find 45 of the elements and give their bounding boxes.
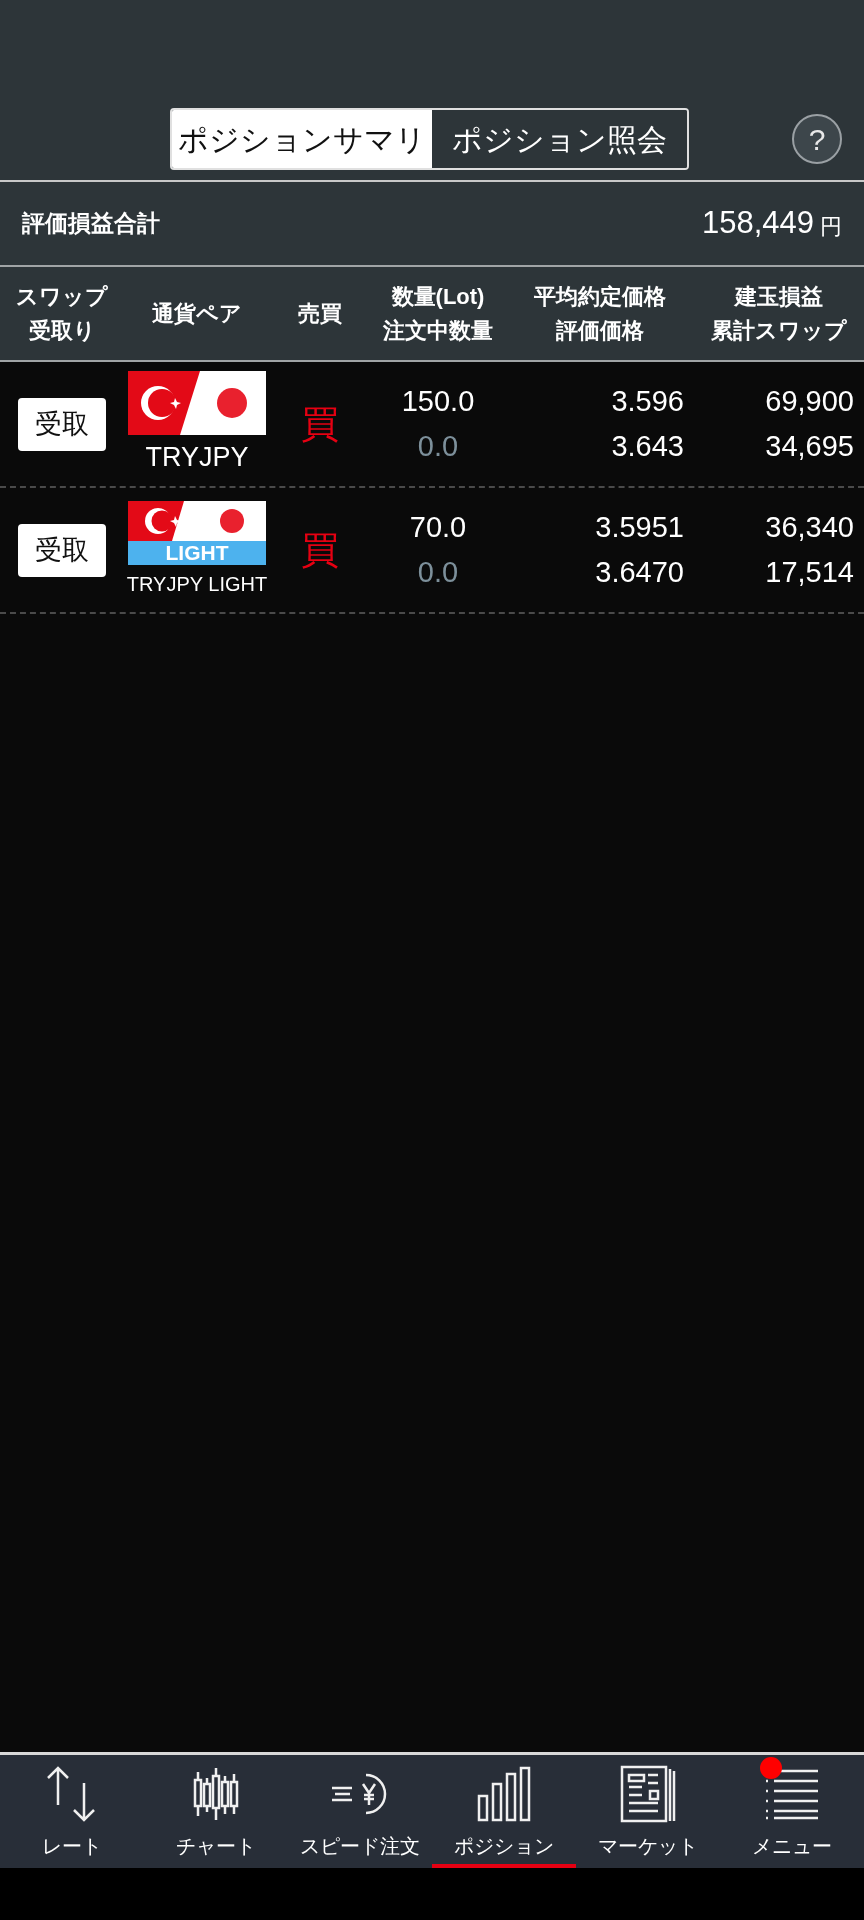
column-header: 注文中数量 (383, 316, 493, 345)
nav-tab[interactable]: マーケット (576, 1755, 720, 1868)
column-header: 累計スワップ (711, 316, 847, 345)
column-header: 建玉損益 (735, 282, 823, 311)
segment-tab[interactable]: ポジションサマリ (172, 110, 432, 168)
swap-receive-button[interactable]: 受取 (18, 523, 106, 577)
quantity-value: 70.0 (409, 510, 467, 545)
bar-chart-icon (477, 1766, 531, 1822)
column-header: 通貨ペア (152, 299, 242, 328)
currency-pair-flag-icon (128, 501, 266, 565)
position-profit-value: 69,900 (765, 384, 854, 419)
column-header: 平均約定価格 (534, 282, 666, 311)
swap-receive-button[interactable]: 受取 (18, 397, 106, 451)
column-header: 評価価格 (556, 316, 644, 345)
quantity-value: 150.0 (401, 384, 475, 419)
trade-side: 買 (301, 401, 339, 447)
cumulative-swap-value: 34,695 (765, 429, 854, 464)
nav-tab[interactable]: チャート (144, 1755, 288, 1868)
list-menu-icon (764, 1768, 820, 1820)
help-button[interactable]: ? (792, 114, 842, 164)
currency-pair-label: TRYJPY (145, 440, 249, 474)
column-header: 売買 (298, 299, 342, 328)
valuation-price-value: 3.6470 (595, 555, 684, 590)
candlestick-icon (192, 1766, 240, 1822)
nav-tab[interactable]: スピード注文 (288, 1755, 432, 1868)
newspaper-icon (620, 1765, 676, 1823)
nav-tab[interactable]: メニュー (720, 1755, 864, 1868)
cumulative-swap-value: 17,514 (765, 555, 854, 590)
position-profit-value: 36,340 (765, 510, 854, 545)
order-quantity-value: 0.0 (417, 555, 459, 590)
summary-value: 158,449 (701, 204, 814, 243)
nav-tab[interactable]: レート (0, 1755, 144, 1868)
currency-pair-label: TRYJPY LIGHT (126, 572, 268, 597)
currency-unit: 円 (820, 213, 842, 241)
average-price-value: 3.5951 (595, 510, 684, 545)
trade-side: 買 (301, 527, 339, 573)
column-header: 受取り (28, 316, 96, 345)
valuation-price-value: 3.643 (611, 429, 684, 464)
average-price-value: 3.596 (611, 384, 684, 419)
order-quantity-value: 0.0 (417, 429, 459, 464)
summary-label: 評価損益合計 (22, 209, 160, 239)
currency-pair-flag-icon (128, 370, 266, 435)
flag-badge-label: LIGHT (164, 540, 230, 565)
column-header: スワップ (16, 282, 108, 311)
column-header: 数量(Lot) (391, 282, 485, 311)
